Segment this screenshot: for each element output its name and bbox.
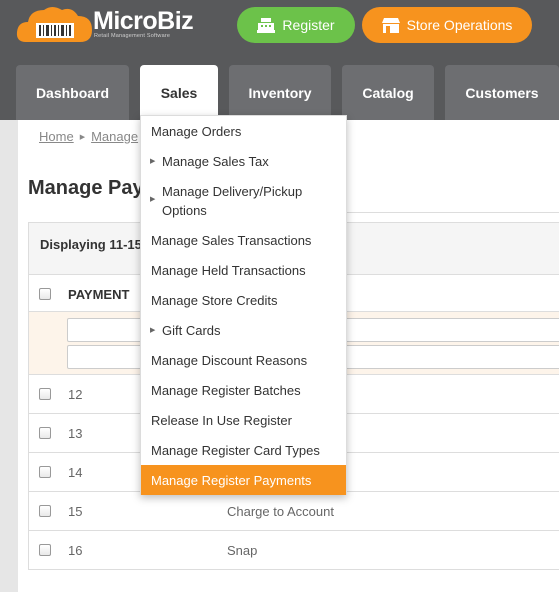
select-all-checkbox[interactable] <box>39 288 51 300</box>
row-checkbox[interactable] <box>39 505 51 517</box>
breadcrumb-separator-icon: ▶ <box>79 133 86 141</box>
menu-item-manage-store-credits[interactable]: Manage Store Credits <box>141 291 346 310</box>
tab-sales[interactable]: Sales <box>140 65 218 120</box>
store-operations-button[interactable]: Store Operations <box>362 7 532 43</box>
menu-item-manage-held-transactions[interactable]: Manage Held Transactions <box>141 261 346 280</box>
row-checkbox[interactable] <box>39 466 51 478</box>
menu-item-manage-sales-tax[interactable]: ▶ Manage Sales Tax <box>141 152 346 171</box>
menu-item-label: Manage Delivery/Pickup Options <box>162 184 303 218</box>
sales-dropdown-menu: Manage Orders ▶ Manage Sales Tax ▶ Manage … <box>140 115 347 495</box>
table-row[interactable]: 16 Snap <box>29 531 559 570</box>
store-operations-button-label: Store Operations <box>406 17 513 33</box>
submenu-arrow-icon: ▶ <box>150 158 156 165</box>
tab-customers-label: Customers <box>465 84 539 101</box>
menu-item-manage-register-card-types[interactable]: Manage Register Card Types <box>141 441 346 460</box>
storefront-icon <box>381 17 400 33</box>
breadcrumb-manage[interactable]: Manage <box>91 129 138 144</box>
row-payment-name: Snap <box>227 543 258 558</box>
tab-catalog[interactable]: Catalog <box>342 65 434 120</box>
tab-sales-label: Sales <box>160 84 198 101</box>
brand-tagline: Retail Management Software <box>94 33 171 39</box>
row-checkbox[interactable] <box>39 388 51 400</box>
menu-item-label: Manage Register Payments <box>151 472 312 488</box>
page-title: Manage Pay <box>28 177 144 199</box>
menu-item-release-in-use-register[interactable]: Release In Use Register <box>141 411 346 430</box>
row-id: 16 <box>68 543 83 558</box>
menu-item-manage-orders[interactable]: Manage Orders <box>141 122 346 141</box>
row-id: 13 <box>68 426 83 441</box>
register-button[interactable]: Register <box>237 7 355 43</box>
menu-item-gift-cards[interactable]: ▶ Gift Cards <box>141 321 346 340</box>
column-header-payment[interactable]: PAYMENT <box>68 287 129 302</box>
menu-item-label: Manage Sales Tax <box>162 154 269 169</box>
app-header: MicroBiz Retail Management Software Regi… <box>0 0 559 120</box>
tab-catalog-label: Catalog <box>362 84 414 101</box>
menu-item-manage-register-batches[interactable]: Manage Register Batches <box>141 381 346 400</box>
menu-item-manage-sales-transactions[interactable]: Manage Sales Transactions <box>141 231 346 250</box>
tab-dashboard-label: Dashboard <box>35 84 110 101</box>
menu-item-label: Release In Use Register <box>151 413 292 428</box>
tab-inventory-label: Inventory <box>248 84 312 101</box>
menu-item-label: Manage Held Transactions <box>151 263 306 278</box>
menu-item-label: Manage Register Batches <box>151 383 301 398</box>
row-id: 15 <box>68 504 83 519</box>
submenu-arrow-icon: ▶ <box>150 327 156 334</box>
table-row[interactable]: 15 Charge to Account <box>29 492 559 531</box>
register-button-label: Register <box>282 17 335 33</box>
row-checkbox[interactable] <box>39 544 51 556</box>
menu-item-label: Manage Orders <box>151 124 242 139</box>
menu-item-label: Manage Register Card Types <box>151 443 320 458</box>
breadcrumb: Home ▶ Manage <box>39 129 138 144</box>
menu-item-manage-register-payments[interactable]: Manage Register Payments <box>141 465 346 495</box>
menu-item-label: Manage Discount Reasons <box>151 353 308 368</box>
breadcrumb-home[interactable]: Home <box>39 129 74 144</box>
menu-item-manage-delivery-pickup-options[interactable]: ▶ Manage Delivery/Pickup Options <box>141 182 346 220</box>
menu-item-label: Manage Sales Transactions <box>151 233 312 248</box>
cash-register-icon <box>257 17 276 33</box>
menu-item-manage-discount-reasons[interactable]: Manage Discount Reasons <box>141 351 346 370</box>
submenu-arrow-icon: ▶ <box>150 196 156 203</box>
tab-customers[interactable]: Customers <box>445 65 559 120</box>
menu-item-label: Manage Store Credits <box>151 293 278 308</box>
title-divider <box>346 212 559 213</box>
row-checkbox[interactable] <box>39 427 51 439</box>
tab-inventory[interactable]: Inventory <box>229 65 331 120</box>
left-gutter <box>0 120 18 592</box>
tab-dashboard[interactable]: Dashboard <box>16 65 129 120</box>
pagination-summary: Displaying 11-15 <box>40 237 142 252</box>
microbiz-logo-icon[interactable] <box>16 2 94 44</box>
row-id: 14 <box>68 465 83 480</box>
row-payment-name: Charge to Account <box>227 504 334 519</box>
menu-item-label: Gift Cards <box>162 323 221 338</box>
row-id: 12 <box>68 387 83 402</box>
brand-name: MicroBiz <box>93 7 194 35</box>
